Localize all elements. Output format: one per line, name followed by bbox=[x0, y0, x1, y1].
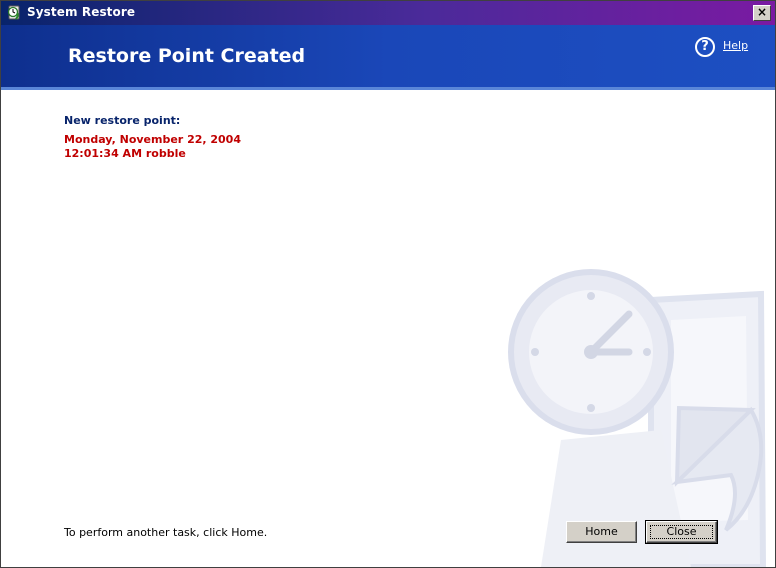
close-button[interactable]: Close bbox=[645, 520, 718, 544]
restore-point-date: Monday, November 22, 2004 bbox=[64, 133, 241, 146]
system-restore-icon bbox=[7, 5, 20, 20]
footer-instruction: To perform another task, click Home. bbox=[64, 526, 268, 539]
help-link[interactable]: Help bbox=[723, 39, 748, 52]
close-icon: × bbox=[756, 5, 768, 19]
title-bar[interactable]: System Restore × bbox=[1, 1, 775, 25]
close-button-label: Close bbox=[666, 525, 697, 538]
content-area: New restore point: Monday, November 22, … bbox=[1, 90, 775, 567]
window-close-button[interactable]: × bbox=[753, 5, 771, 21]
window-title: System Restore bbox=[27, 5, 136, 19]
page-header: Restore Point Created ? Help bbox=[1, 25, 775, 87]
system-restore-window: System Restore × Restore Point Created ?… bbox=[0, 0, 776, 568]
clock-restore-watermark bbox=[508, 269, 767, 567]
new-restore-point-label: New restore point: bbox=[64, 114, 181, 127]
home-button-label: Home bbox=[585, 525, 618, 538]
help-icon[interactable]: ? bbox=[695, 37, 715, 57]
home-button[interactable]: Home bbox=[566, 521, 637, 543]
restore-point-time-user: 12:01:34 AM robble bbox=[64, 147, 186, 160]
page-title: Restore Point Created bbox=[68, 45, 306, 67]
